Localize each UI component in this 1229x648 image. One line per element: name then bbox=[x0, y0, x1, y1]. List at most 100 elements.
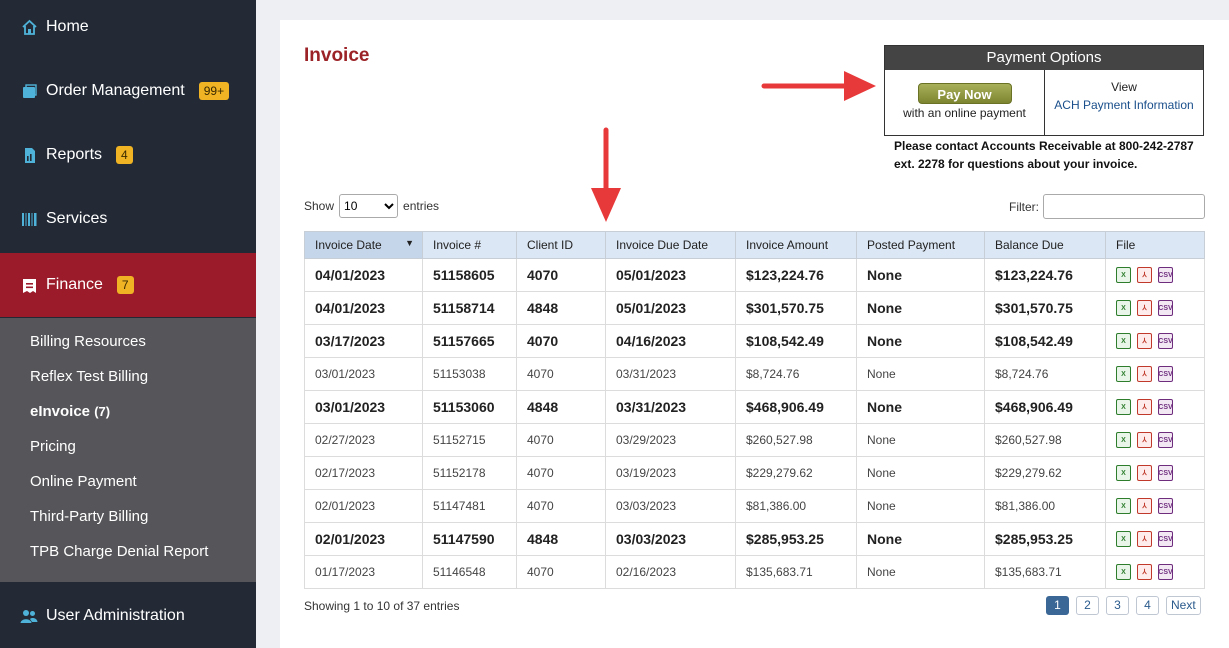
client-id-cell: 4848 bbox=[516, 522, 606, 556]
subnav-third-party-billing[interactable]: Third-Party Billing bbox=[30, 508, 148, 525]
csv-icon[interactable]: CSV bbox=[1158, 333, 1173, 349]
subnav-count: (7) bbox=[94, 404, 111, 419]
nav-services[interactable]: Services bbox=[0, 187, 256, 251]
invoice-number-cell: 51158714 bbox=[422, 291, 517, 325]
sort-desc-icon: ▼ bbox=[405, 238, 414, 248]
amount-cell: $468,906.49 bbox=[735, 390, 857, 424]
column-header-invoice-due-date[interactable]: Invoice Due Date bbox=[605, 231, 736, 259]
client-id-cell: 4070 bbox=[516, 555, 606, 589]
pdf-icon[interactable]: ⅄ bbox=[1137, 564, 1152, 580]
csv-icon[interactable]: CSV bbox=[1158, 366, 1173, 382]
excel-icon[interactable]: X bbox=[1116, 531, 1131, 547]
excel-icon[interactable]: X bbox=[1116, 300, 1131, 316]
excel-icon[interactable]: X bbox=[1116, 267, 1131, 283]
subnav-pricing[interactable]: Pricing bbox=[30, 438, 76, 455]
client-id-cell: 4848 bbox=[516, 291, 606, 325]
invoice-icon bbox=[20, 276, 38, 294]
nav-label: Finance bbox=[46, 276, 103, 293]
invoice-number-cell: 51153060 bbox=[422, 390, 517, 424]
excel-icon[interactable]: X bbox=[1116, 366, 1131, 382]
entries-label: entries bbox=[403, 199, 440, 213]
excel-icon[interactable]: X bbox=[1116, 333, 1131, 349]
column-header-posted-payment[interactable]: Posted Payment bbox=[856, 231, 985, 259]
amount-cell: $123,224.76 bbox=[735, 258, 857, 292]
due-date-cell: 02/16/2023 bbox=[605, 555, 736, 589]
subnav-reflex-test-billing[interactable]: Reflex Test Billing bbox=[30, 368, 148, 385]
csv-icon[interactable]: CSV bbox=[1158, 498, 1173, 514]
excel-icon[interactable]: X bbox=[1116, 564, 1131, 580]
due-date-cell: 05/01/2023 bbox=[605, 258, 736, 292]
balance-due-cell: $285,953.25 bbox=[984, 522, 1106, 556]
pdf-icon[interactable]: ⅄ bbox=[1137, 333, 1152, 349]
column-header-invoice-amount[interactable]: Invoice Amount bbox=[735, 231, 857, 259]
nav-reports[interactable]: Reports 4 bbox=[0, 123, 256, 187]
csv-icon[interactable]: CSV bbox=[1158, 465, 1173, 481]
sidebar: Home Order Management 99+ Reports 4 Serv… bbox=[0, 0, 256, 648]
amount-cell: $81,386.00 bbox=[735, 489, 857, 523]
client-id-cell: 4070 bbox=[516, 324, 606, 358]
subnav-online-payment[interactable]: Online Payment bbox=[30, 473, 137, 490]
page-1-button[interactable]: 1 bbox=[1046, 596, 1069, 615]
nav-user-administration[interactable]: User Administration bbox=[0, 584, 256, 648]
pdf-icon[interactable]: ⅄ bbox=[1137, 465, 1152, 481]
filter-input[interactable] bbox=[1043, 194, 1205, 219]
page-2-button[interactable]: 2 bbox=[1076, 596, 1099, 615]
subnav-tpb-charge-denial-report[interactable]: TPB Charge Denial Report bbox=[30, 543, 208, 560]
table-row: 02/01/2023 51147590 4848 03/03/2023 $285,953… bbox=[304, 522, 1205, 556]
csv-icon[interactable]: CSV bbox=[1158, 432, 1173, 448]
pdf-icon[interactable]: ⅄ bbox=[1137, 366, 1152, 382]
excel-icon[interactable]: X bbox=[1116, 465, 1131, 481]
csv-icon[interactable]: CSV bbox=[1158, 267, 1173, 283]
pdf-icon[interactable]: ⅄ bbox=[1137, 498, 1152, 514]
due-date-cell: 05/01/2023 bbox=[605, 291, 736, 325]
csv-icon[interactable]: CSV bbox=[1158, 300, 1173, 316]
next-page-button[interactable]: Next bbox=[1166, 596, 1201, 615]
amount-cell: $260,527.98 bbox=[735, 423, 857, 457]
nav-finance[interactable]: Finance 7 bbox=[0, 253, 256, 317]
pay-now-panel: Pay Now with an online payment bbox=[885, 70, 1045, 136]
file-cell: X ⅄ CSV bbox=[1105, 258, 1205, 292]
invoice-number-cell: 51158605 bbox=[422, 258, 517, 292]
column-header-file[interactable]: File bbox=[1105, 231, 1205, 259]
nav-label: Reports bbox=[46, 146, 103, 163]
file-cell: X ⅄ CSV bbox=[1105, 456, 1205, 490]
balance-due-cell: $81,386.00 bbox=[984, 489, 1106, 523]
subnav-billing-resources[interactable]: Billing Resources bbox=[30, 333, 146, 350]
posted-payment-cell: None bbox=[856, 357, 985, 391]
invoice-number-cell: 51153038 bbox=[422, 357, 517, 391]
column-header-balance-due[interactable]: Balance Due bbox=[984, 231, 1106, 259]
nav-label: User Administration bbox=[46, 607, 185, 624]
balance-due-cell: $260,527.98 bbox=[984, 423, 1106, 457]
amount-cell: $8,724.76 bbox=[735, 357, 857, 391]
entries-select[interactable]: 10 bbox=[339, 194, 399, 218]
report-icon bbox=[20, 146, 38, 164]
column-header-invoice-number[interactable]: Invoice # bbox=[422, 231, 517, 259]
csv-icon[interactable]: CSV bbox=[1158, 399, 1173, 415]
page-3-button[interactable]: 3 bbox=[1106, 596, 1129, 615]
nav-home[interactable]: Home bbox=[0, 0, 256, 59]
column-header-invoice-date[interactable]: Invoice Date ▼ bbox=[304, 231, 423, 259]
pdf-icon[interactable]: ⅄ bbox=[1137, 300, 1152, 316]
excel-icon[interactable]: X bbox=[1116, 498, 1131, 514]
ach-payment-link[interactable]: ACH Payment Information bbox=[1045, 96, 1203, 114]
csv-icon[interactable]: CSV bbox=[1158, 531, 1173, 547]
posted-payment-cell: None bbox=[856, 489, 985, 523]
invoice-date-cell: 03/17/2023 bbox=[304, 324, 423, 358]
csv-icon[interactable]: CSV bbox=[1158, 564, 1173, 580]
subnav-einvoice[interactable]: eInvoice (7) bbox=[30, 403, 110, 420]
client-id-cell: 4070 bbox=[516, 357, 606, 391]
excel-icon[interactable]: X bbox=[1116, 399, 1131, 415]
excel-icon[interactable]: X bbox=[1116, 432, 1131, 448]
table-row: 02/01/2023 51147481 4070 03/03/2023 $81,386.… bbox=[304, 489, 1205, 523]
page-4-button[interactable]: 4 bbox=[1136, 596, 1159, 615]
nav-order-management[interactable]: Order Management 99+ bbox=[0, 59, 256, 123]
invoice-date-cell: 04/01/2023 bbox=[304, 291, 423, 325]
pay-now-button[interactable]: Pay Now bbox=[917, 83, 1012, 104]
client-id-cell: 4070 bbox=[516, 258, 606, 292]
filter-box: Filter: bbox=[1009, 194, 1205, 219]
pdf-icon[interactable]: ⅄ bbox=[1137, 267, 1152, 283]
column-header-client-id[interactable]: Client ID bbox=[516, 231, 606, 259]
pdf-icon[interactable]: ⅄ bbox=[1137, 531, 1152, 547]
pdf-icon[interactable]: ⅄ bbox=[1137, 399, 1152, 415]
pdf-icon[interactable]: ⅄ bbox=[1137, 432, 1152, 448]
